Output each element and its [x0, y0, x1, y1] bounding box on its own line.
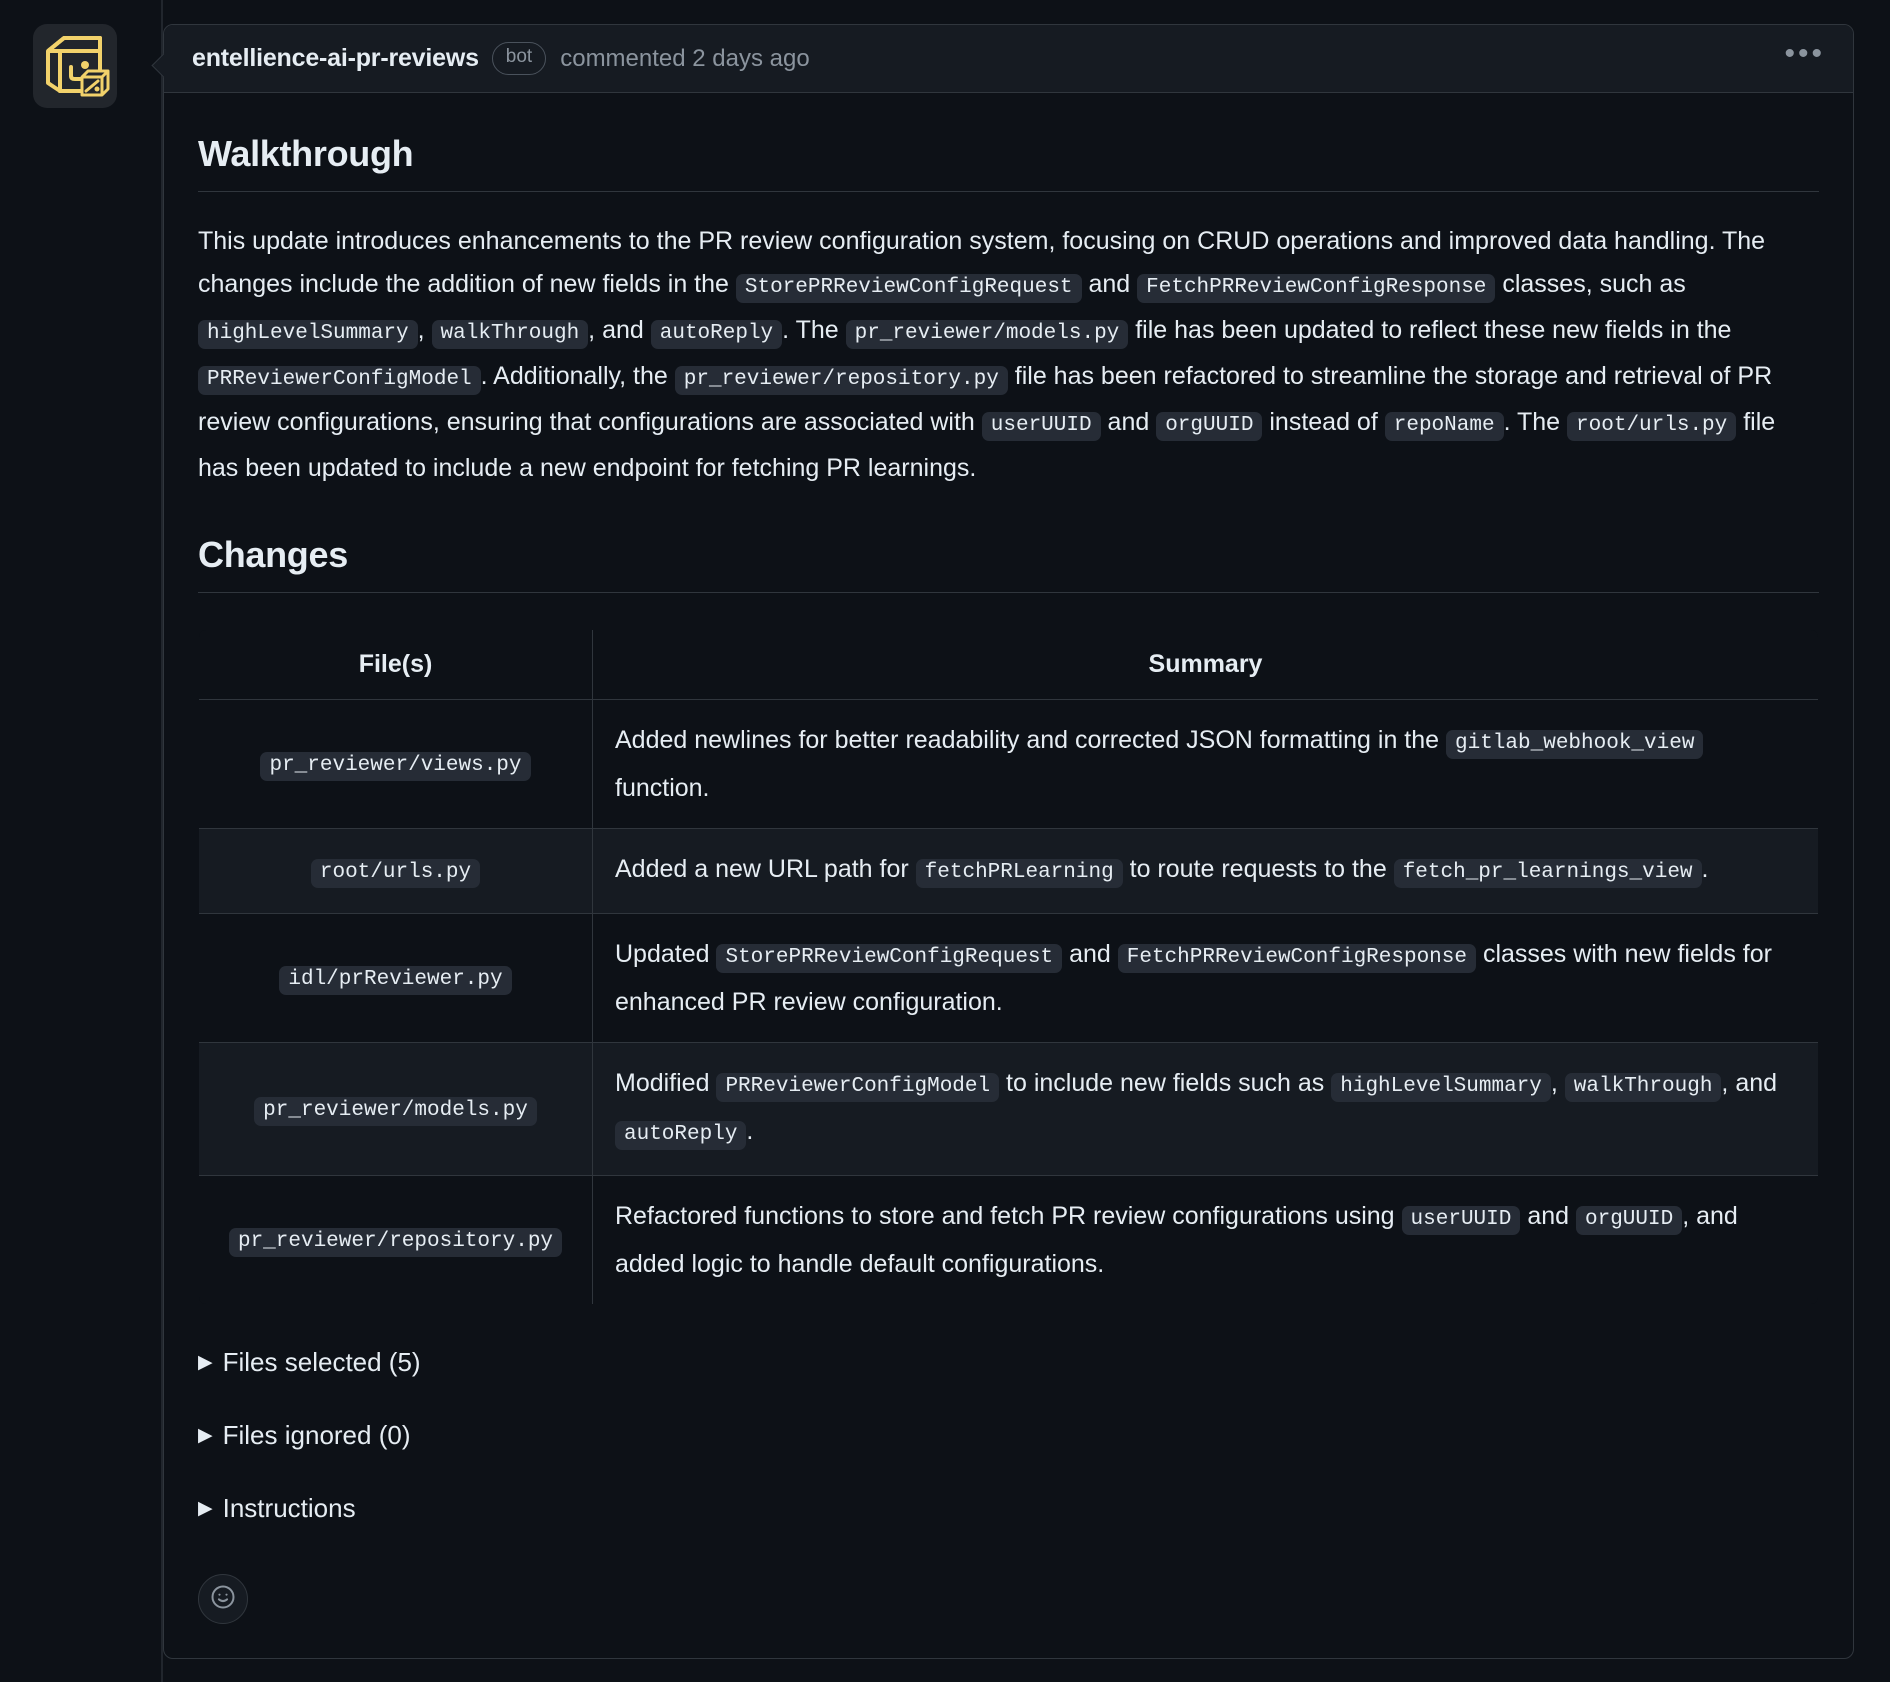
- text-segment: .: [1701, 855, 1709, 883]
- chevron-right-icon: ▶: [198, 1352, 213, 1373]
- collapsible-label: Files ignored (0): [222, 1420, 411, 1450]
- table-row: pr_reviewer/models.py Modified PRReviewe…: [199, 1042, 1818, 1176]
- text-segment: and: [1100, 408, 1157, 436]
- table-row: root/urls.py Added a new URL path for fe…: [199, 828, 1818, 914]
- file-path-code: pr_reviewer/models.py: [254, 1097, 537, 1126]
- text-segment: , and: [588, 316, 651, 344]
- inline-code: repoName: [1384, 412, 1504, 441]
- text-segment: . The: [1503, 408, 1568, 436]
- collapsible-files-selected[interactable]: ▶ Files selected (5): [198, 1347, 421, 1378]
- summary-cell: Refactored functions to store and fetch …: [592, 1175, 1818, 1304]
- collapsible-instructions[interactable]: ▶ Instructions: [198, 1493, 356, 1524]
- column-header-files: File(s): [199, 630, 593, 700]
- chevron-right-icon: ▶: [198, 1498, 213, 1519]
- text-segment: Modified: [615, 1069, 717, 1097]
- changes-table-body: pr_reviewer/views.py Added newlines for …: [199, 699, 1818, 1304]
- inline-code: walkThrough: [1564, 1073, 1722, 1102]
- table-row: pr_reviewer/views.py Added newlines for …: [199, 699, 1818, 829]
- comment-author[interactable]: entellience-ai-pr-reviews: [192, 44, 479, 73]
- inline-code: pr_reviewer/models.py: [845, 320, 1129, 349]
- inline-code: StorePRReviewConfigRequest: [735, 274, 1082, 303]
- inline-code: orgUUID: [1575, 1206, 1683, 1235]
- inline-code: gitlab_webhook_view: [1446, 730, 1704, 759]
- inline-code: userUUID: [981, 412, 1101, 441]
- changes-table: File(s) Summary pr_reviewer/views.py Add…: [198, 629, 1819, 1305]
- file-cell: idl/prReviewer.py: [199, 913, 593, 1043]
- text-segment: file has been updated to reflect these n…: [1128, 316, 1732, 344]
- inline-code: highLevelSummary: [1331, 1073, 1551, 1102]
- kebab-menu-icon[interactable]: •••: [1784, 39, 1825, 71]
- avatar[interactable]: [33, 24, 117, 108]
- text-segment: and: [1520, 1202, 1576, 1230]
- summary-cell: Updated StorePRReviewConfigRequest and F…: [592, 913, 1818, 1043]
- changes-table-head: File(s) Summary: [199, 630, 1818, 700]
- add-reaction-button[interactable]: [198, 1574, 248, 1624]
- text-segment: Updated: [615, 940, 717, 968]
- inline-code: orgUUID: [1156, 412, 1263, 441]
- file-cell: root/urls.py: [199, 828, 593, 914]
- file-path-code: idl/prReviewer.py: [279, 966, 512, 995]
- summary-cell: Modified PRReviewerConfigModel to includ…: [592, 1042, 1818, 1176]
- collapsible-files-ignored[interactable]: ▶ Files ignored (0): [198, 1420, 410, 1451]
- inline-code: fetchPRLearning: [915, 859, 1123, 888]
- inline-code: FetchPRReviewConfigResponse: [1137, 274, 1496, 303]
- text-segment: Added a new URL path for: [615, 855, 916, 883]
- text-segment: .: [746, 1117, 754, 1145]
- chevron-right-icon: ▶: [198, 1425, 213, 1446]
- collapsible-label: Files selected (5): [222, 1347, 421, 1377]
- bot-badge: bot: [491, 42, 547, 75]
- file-cell: pr_reviewer/repository.py: [199, 1175, 593, 1304]
- inline-code: PRReviewerConfigModel: [198, 366, 481, 395]
- inline-code: highLevelSummary: [198, 320, 418, 349]
- text-segment: , and: [1721, 1069, 1778, 1097]
- smiley-face-icon: [209, 1583, 237, 1616]
- table-row: pr_reviewer/repository.py Refactored fun…: [199, 1175, 1818, 1304]
- file-path-code: pr_reviewer/views.py: [260, 752, 531, 781]
- text-segment: to include new fields such as: [999, 1069, 1332, 1097]
- inline-code: StorePRReviewConfigRequest: [716, 944, 1063, 973]
- inline-code: autoReply: [650, 320, 783, 349]
- text-segment: ,: [417, 316, 432, 344]
- text-segment: function.: [615, 774, 710, 802]
- text-segment: to route requests to the: [1122, 855, 1394, 883]
- text-segment: and: [1081, 270, 1138, 298]
- inline-code: autoReply: [615, 1121, 747, 1150]
- text-segment: . The: [782, 316, 846, 344]
- inline-code: root/urls.py: [1567, 412, 1737, 441]
- inline-code: PRReviewerConfigModel: [716, 1073, 1000, 1102]
- text-segment: Refactored functions to store and fetch …: [615, 1202, 1402, 1230]
- inline-code: pr_reviewer/repository.py: [674, 366, 1008, 395]
- changes-heading: Changes: [198, 534, 1819, 593]
- text-segment: classes, such as: [1495, 270, 1686, 298]
- inline-code: walkThrough: [431, 320, 589, 349]
- table-row: idl/prReviewer.py Updated StorePRReviewC…: [199, 913, 1818, 1043]
- inline-code: FetchPRReviewConfigResponse: [1117, 944, 1476, 973]
- inline-code: userUUID: [1401, 1206, 1521, 1235]
- text-segment: . Additionally, the: [480, 362, 675, 390]
- table-header-row: File(s) Summary: [199, 630, 1818, 700]
- file-path-code: pr_reviewer/repository.py: [228, 1228, 563, 1257]
- file-cell: pr_reviewer/models.py: [199, 1042, 593, 1176]
- text-segment: and: [1062, 940, 1118, 968]
- file-cell: pr_reviewer/views.py: [199, 699, 593, 829]
- text-segment: instead of: [1262, 408, 1385, 436]
- walkthrough-paragraph: This update introduces enhancements to t…: [198, 220, 1819, 490]
- inline-code: fetch_pr_learnings_view: [1393, 859, 1702, 888]
- github-pr-comment-page: entellience-ai-pr-reviews bot commented …: [0, 0, 1890, 1682]
- comment-body: Walkthrough This update introduces enhan…: [164, 93, 1853, 1658]
- collapsible-label: Instructions: [222, 1493, 356, 1523]
- reaction-bar: [198, 1574, 1819, 1624]
- summary-cell: Added a new URL path for fetchPRLearning…: [592, 828, 1818, 914]
- summary-cell: Added newlines for better readability an…: [592, 699, 1818, 829]
- text-segment: ,: [1550, 1069, 1565, 1097]
- comment-header: entellience-ai-pr-reviews bot commented …: [164, 25, 1853, 93]
- file-path-code: root/urls.py: [310, 859, 481, 888]
- text-segment: Added newlines for better readability an…: [615, 726, 1446, 754]
- box-bot-avatar-icon: [38, 29, 112, 103]
- comment-timestamp: commented 2 days ago: [560, 44, 810, 72]
- column-header-summary: Summary: [592, 630, 1818, 700]
- walkthrough-heading: Walkthrough: [198, 133, 1819, 192]
- comment-card: entellience-ai-pr-reviews bot commented …: [163, 24, 1854, 1659]
